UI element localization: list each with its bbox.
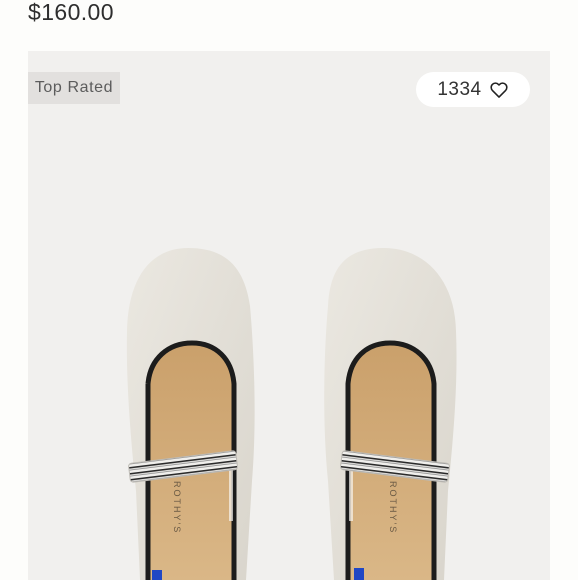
product-page: $160.00 ROTHY'S ROTHY'S Top Rated 1334 (0, 0, 578, 580)
product-card[interactable]: ROTHY'S ROTHY'S Top Rated 1334 (28, 51, 550, 580)
product-image[interactable]: ROTHY'S ROTHY'S (28, 51, 550, 580)
favorite-button[interactable]: 1334 (416, 72, 530, 107)
top-rated-badge: Top Rated (28, 72, 120, 104)
heart-icon (490, 81, 508, 98)
product-price: $160.00 (28, 0, 114, 25)
left-insole-logo: ROTHY'S (172, 481, 182, 534)
favorite-count: 1334 (437, 78, 482, 100)
left-shoe: ROTHY'S (126, 248, 255, 580)
right-insole-logo: ROTHY'S (388, 481, 398, 534)
right-shoe: ROTHY'S (324, 248, 457, 580)
